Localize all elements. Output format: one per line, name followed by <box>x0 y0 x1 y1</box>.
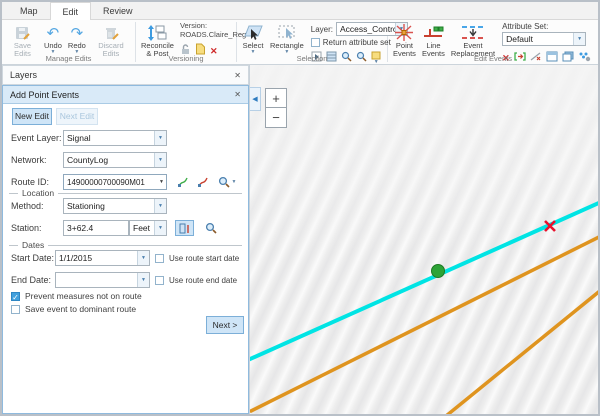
network-label: Network: <box>11 155 47 165</box>
layer-label: Layer: <box>311 25 333 34</box>
network-dropdown-icon[interactable]: ▼ <box>154 153 166 167</box>
group-manage-edits: Save Edits ↶ Undo ▼ ↷ Redo ▼ Discard Edi… <box>2 20 135 64</box>
location-section-label: Location <box>22 188 54 198</box>
end-date-combobox[interactable]: ▼ <box>55 272 150 288</box>
use-route-start-checkbox[interactable] <box>155 254 164 263</box>
event-layer-value: Signal <box>67 133 154 143</box>
start-date-label: Start Date: <box>11 253 54 263</box>
zoom-route-dropdown-icon[interactable]: ▼ <box>232 180 237 185</box>
method-dropdown-icon[interactable]: ▼ <box>154 199 166 213</box>
tab-map[interactable]: Map <box>8 2 50 20</box>
layers-pane-title: Layers <box>10 70 234 80</box>
ribbon: Save Edits ↶ Undo ▼ ↷ Redo ▼ Discard Edi… <box>2 20 598 65</box>
station-value: 3+62.4 <box>67 223 128 233</box>
method-combobox[interactable]: Stationing ▼ <box>63 198 167 214</box>
station-unit-combobox[interactable]: Feet ▼ <box>129 220 167 236</box>
group-versioning: Reconcile & Post Version: ROADS.Claire_R… <box>136 20 236 64</box>
route-id-value: 14900000700090M01 <box>67 178 159 187</box>
add-point-events-close-icon[interactable]: ✕ <box>234 90 241 99</box>
route-id-dropdown-icon[interactable]: ▼ <box>159 179 164 185</box>
event-layer-label: Event Layer: <box>11 133 62 143</box>
end-date-label: End Date: <box>11 275 51 285</box>
location-section-separator: Location <box>9 188 242 198</box>
station-unit-value: Feet <box>133 223 154 233</box>
pick-station-on-map-button[interactable] <box>175 220 194 236</box>
group-selection: Select ▼ Rectangle ▼ Layer: Access_Contr… <box>237 20 387 64</box>
return-attribute-set-label: Return attribute set <box>323 38 391 47</box>
station-input[interactable]: 3+62.4 <box>63 220 129 236</box>
route-line-lower[interactable] <box>446 290 598 414</box>
network-value: CountyLog <box>67 155 154 165</box>
layers-pane-header[interactable]: Layers ✕ <box>2 65 249 85</box>
start-date-value: 1/1/2015 <box>59 253 137 263</box>
event-layer-dropdown-icon[interactable]: ▼ <box>154 131 166 145</box>
group-edit-events: Point Events Line Events Event Replaceme… <box>388 20 598 64</box>
map-features <box>250 65 598 414</box>
use-route-end-label: Use route end date <box>169 276 237 285</box>
reconcile-icon <box>147 23 167 42</box>
add-point-events-panel: Add Point Events ✕ New Edit Next Edit Ev… <box>2 85 249 414</box>
redo-icon: ↷ <box>71 23 84 42</box>
tab-review[interactable]: Review <box>91 2 145 20</box>
start-date-dropdown-icon[interactable]: ▼ <box>137 251 149 265</box>
route-id-label: Route ID: <box>11 177 49 187</box>
undo-button[interactable]: ↶ Undo ▼ <box>41 22 65 56</box>
route-line-upper[interactable] <box>251 236 598 411</box>
next-button[interactable]: Next > <box>206 316 244 334</box>
dates-section-separator: Dates <box>9 240 242 250</box>
layers-close-icon[interactable]: ✕ <box>234 71 241 80</box>
station-label: Station: <box>11 223 42 233</box>
use-route-end-checkbox[interactable] <box>155 276 164 285</box>
end-date-dropdown-icon[interactable]: ▼ <box>137 273 149 287</box>
select-tool-button[interactable]: Select ▼ <box>239 22 267 56</box>
event-layer-combobox[interactable]: Signal ▼ <box>63 130 167 146</box>
return-attribute-set-checkbox[interactable] <box>311 38 320 47</box>
add-point-events-title: Add Point Events <box>10 90 234 100</box>
next-edit-button[interactable]: Next Edit <box>56 108 98 125</box>
prevent-measures-label: Prevent measures not on route <box>25 291 142 301</box>
manage-edits-group-label: Manage Edits <box>2 54 135 63</box>
network-combobox[interactable]: CountyLog ▼ <box>63 152 167 168</box>
map-view[interactable]: ◀ + − <box>249 65 598 414</box>
rectangle-tool-button[interactable]: Rectangle ▼ <box>267 22 307 56</box>
point-events-icon <box>394 23 414 42</box>
method-label: Method: <box>11 201 44 211</box>
add-point-events-header[interactable]: Add Point Events ✕ <box>3 86 248 104</box>
edit-events-group-label: Edit Events <box>388 54 598 63</box>
layer-value: Access_Control <box>340 24 395 34</box>
selection-group-label: Selection <box>237 54 387 63</box>
undo-icon: ↶ <box>47 23 60 42</box>
zoom-in-button[interactable]: + <box>265 88 287 108</box>
event-replacement-icon <box>460 23 486 42</box>
versioning-group-label: Versioning <box>136 54 236 63</box>
station-unit-dropdown-icon[interactable]: ▼ <box>154 221 166 235</box>
save-icon <box>14 23 30 42</box>
select-tool-icon <box>242 23 264 42</box>
save-dominant-label: Save event to dominant route <box>25 304 136 314</box>
attribute-set-value: Default <box>506 34 573 44</box>
zoom-out-button[interactable]: − <box>265 108 287 128</box>
tab-edit[interactable]: Edit <box>50 2 92 20</box>
rectangle-select-icon <box>276 23 298 42</box>
method-value: Stationing <box>67 201 154 211</box>
dates-section-label: Dates <box>22 240 44 250</box>
collapse-panel-icon[interactable]: ◀ <box>250 87 261 111</box>
use-route-start-label: Use route start date <box>169 254 239 263</box>
map-zoom-control: + − <box>265 88 287 128</box>
zoom-to-station-icon[interactable] <box>201 220 220 236</box>
ribbon-tab-bar: Map Edit Review <box>2 2 598 20</box>
application-window: Map Edit Review Save Edits ↶ Undo ▼ <box>0 0 600 416</box>
prevent-measures-checkbox[interactable]: ✓ <box>11 292 20 301</box>
start-date-combobox[interactable]: 1/1/2015 ▼ <box>55 250 150 266</box>
save-dominant-checkbox[interactable] <box>11 305 20 314</box>
new-edit-button[interactable]: New Edit <box>12 108 52 125</box>
line-events-icon <box>422 23 444 42</box>
attribute-set-label: Attribute Set: <box>502 22 591 31</box>
trash-icon <box>103 23 119 42</box>
attribute-set-combobox[interactable]: Default ▼ <box>502 32 586 46</box>
attribute-set-dropdown-icon[interactable]: ▼ <box>573 33 585 45</box>
redo-button[interactable]: ↷ Redo ▼ <box>65 22 89 56</box>
